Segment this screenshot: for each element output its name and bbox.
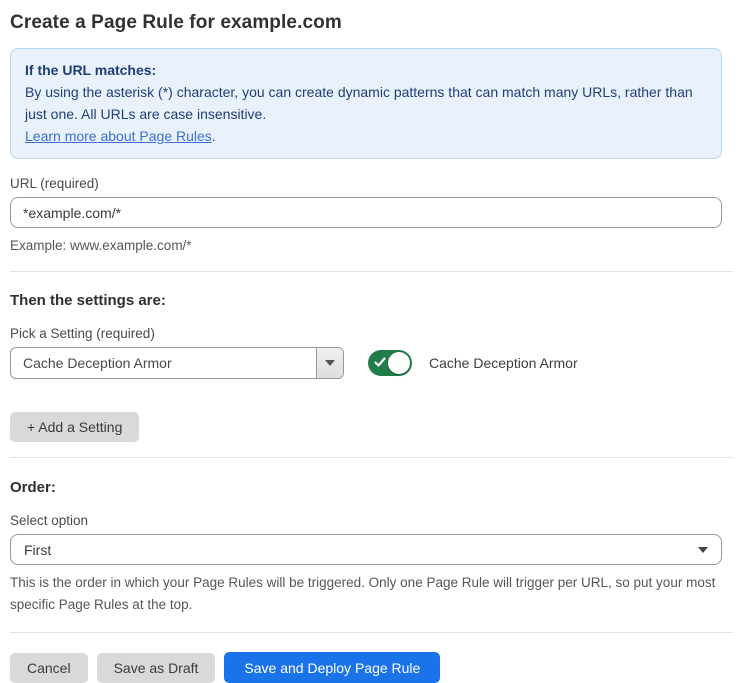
divider — [10, 632, 733, 633]
link-period: . — [212, 128, 216, 144]
url-label: URL (required) — [10, 176, 722, 191]
order-select[interactable]: First — [10, 534, 722, 565]
url-match-info-box: If the URL matches: By using the asteris… — [10, 48, 722, 159]
add-setting-button[interactable]: + Add a Setting — [10, 412, 139, 442]
order-select-label: Select option — [10, 513, 722, 528]
footer-actions: Cancel Save as Draft Save and Deploy Pag… — [10, 652, 722, 683]
divider — [10, 457, 733, 458]
save-as-draft-button[interactable]: Save as Draft — [97, 653, 216, 683]
order-helper-text: This is the order in which your Page Rul… — [10, 572, 716, 616]
page-title: Create a Page Rule for example.com — [10, 12, 722, 34]
setting-select-dropdown-button[interactable] — [316, 348, 343, 378]
setting-select[interactable]: Cache Deception Armor — [10, 347, 344, 379]
chevron-down-icon — [698, 547, 708, 553]
chevron-down-icon — [325, 360, 335, 366]
url-input[interactable] — [10, 197, 722, 228]
save-and-deploy-button[interactable]: Save and Deploy Page Rule — [224, 652, 440, 683]
info-box-heading: If the URL matches: — [25, 59, 707, 81]
info-box-link-line: Learn more about Page Rules. — [25, 125, 707, 147]
setting-select-value: Cache Deception Armor — [11, 348, 316, 378]
divider — [10, 271, 733, 272]
create-page-rule-form: Create a Page Rule for example.com If th… — [0, 0, 750, 683]
cache-deception-armor-toggle[interactable] — [368, 350, 412, 376]
order-section-heading: Order: — [10, 479, 722, 496]
learn-more-link[interactable]: Learn more about Page Rules — [25, 128, 212, 144]
setting-row: Cache Deception Armor Cache Deception Ar… — [10, 347, 722, 379]
cancel-button[interactable]: Cancel — [10, 653, 88, 683]
toggle-label: Cache Deception Armor — [429, 355, 578, 371]
info-box-body: By using the asterisk (*) character, you… — [25, 81, 707, 125]
settings-section-heading: Then the settings are: — [10, 292, 722, 309]
check-icon — [374, 356, 386, 368]
toggle-knob — [388, 352, 410, 374]
pick-setting-label: Pick a Setting (required) — [10, 326, 722, 341]
url-helper-text: Example: www.example.com/* — [10, 235, 722, 256]
order-select-value: First — [24, 542, 51, 558]
